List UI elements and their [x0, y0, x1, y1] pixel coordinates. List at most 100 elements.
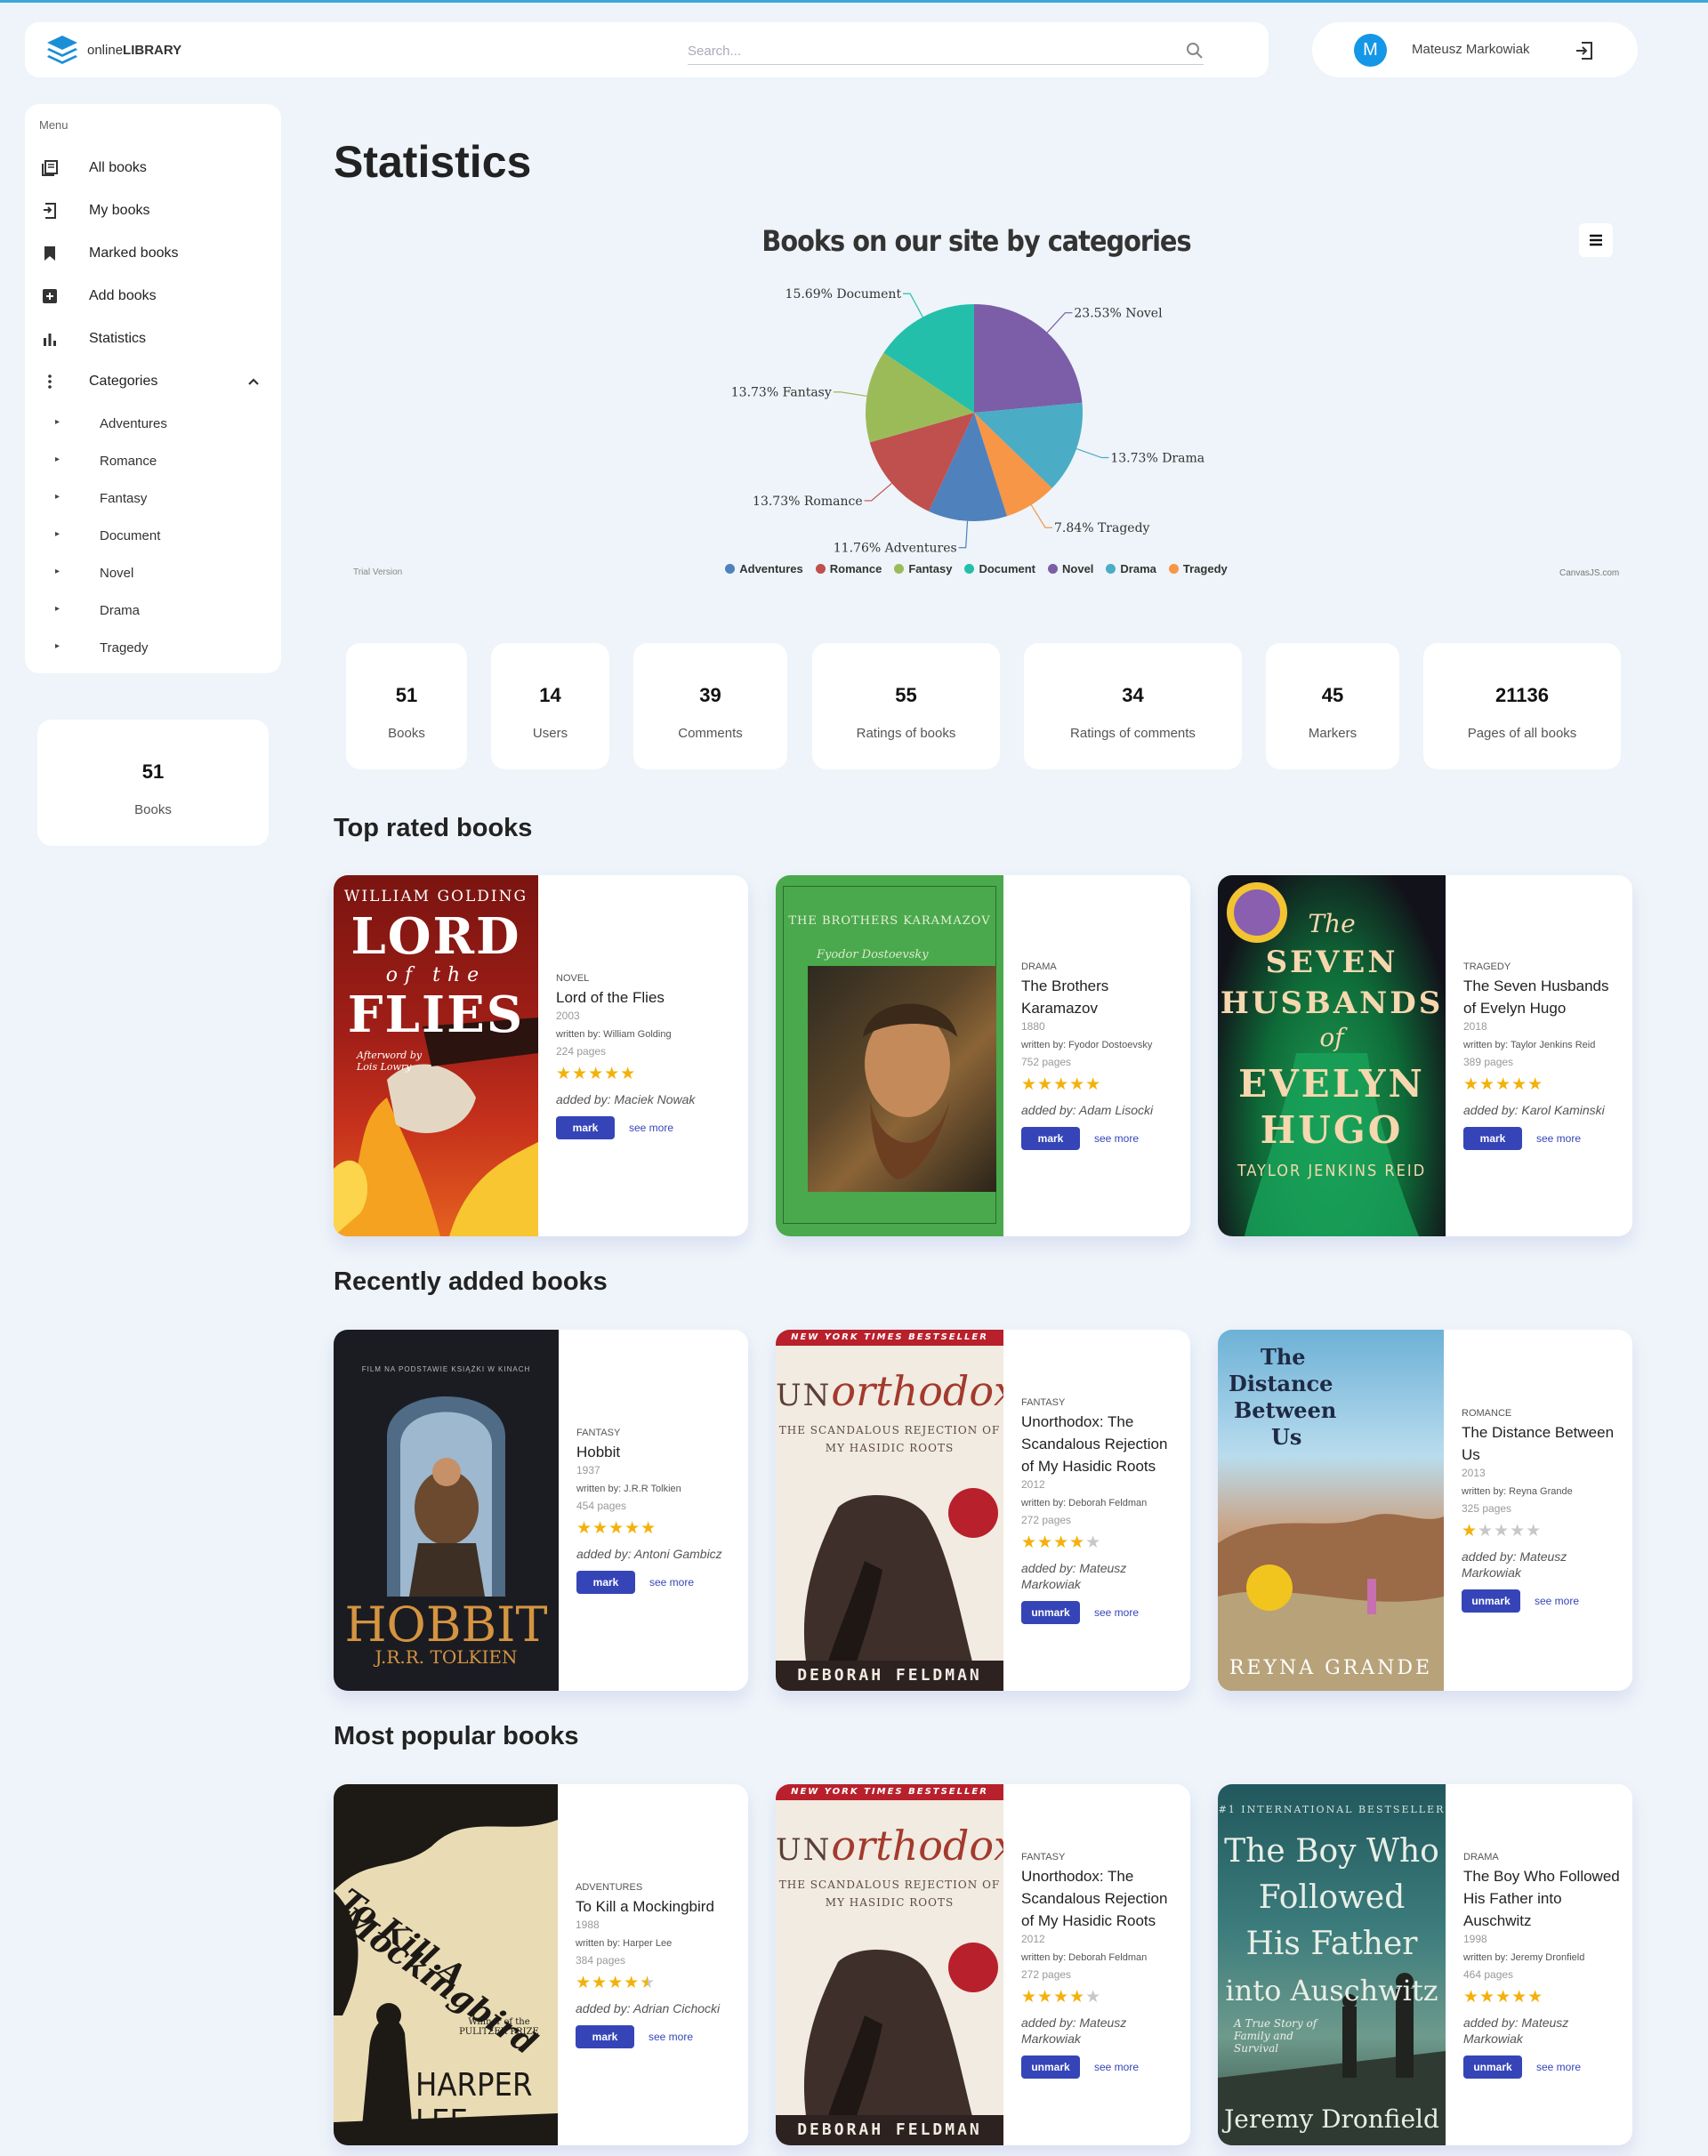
books-icon — [42, 160, 58, 176]
category-fantasy[interactable]: ▸ Fantasy — [25, 483, 281, 515]
legend-item-tragedy[interactable]: Tragedy — [1168, 562, 1228, 575]
book-cover[interactable]: The SEVEN HUSBANDS of EVELYN HUGO TAYLOR… — [1218, 875, 1446, 1236]
book-cover[interactable]: NEW YORK TIMES BESTSELLER UNorthodox THE… — [776, 1330, 1003, 1691]
sidebar-item-statistics[interactable]: Statistics — [25, 321, 281, 357]
book-title[interactable]: Hobbit — [576, 1441, 722, 1463]
cover-title: LORD — [350, 907, 521, 966]
sidebar-item-marked-books[interactable]: Marked books — [25, 236, 281, 271]
book-title[interactable]: The Boy Who Followed His Father into Aus… — [1463, 1865, 1620, 1932]
book-cover[interactable]: The Distance Between Us REYNA GRANDE — [1218, 1330, 1444, 1691]
sidebar-item-all-books[interactable]: All books — [25, 150, 281, 186]
book-cover[interactable]: FILM NA PODSTAWIE KSIĄŻKI W KINACH HOBBI… — [334, 1330, 559, 1691]
legend-item-document[interactable]: Document — [964, 562, 1035, 575]
book-title[interactable]: The Brothers Karamazov — [1021, 975, 1178, 1019]
sidebar-item-my-books[interactable]: My books — [25, 193, 281, 229]
stat-label: Comments — [678, 726, 743, 741]
sidebar-item-categories[interactable]: Categories — [25, 364, 281, 399]
category-romance[interactable]: ▸ Romance — [25, 446, 281, 478]
book-title[interactable]: The Seven Husbands of Evelyn Hugo — [1463, 975, 1620, 1019]
book-card[interactable]: To Kill A Mockingbird Winner of the PULI… — [334, 1784, 748, 2145]
book-title[interactable]: Unorthodox: The Scandalous Rejection of … — [1021, 1865, 1178, 1932]
book-cover[interactable]: WILLIAM GOLDING LORD of the FLIES Afterw… — [334, 875, 538, 1236]
see-more-link[interactable]: see more — [1535, 1595, 1579, 1607]
pie-label-line — [833, 391, 867, 397]
sidebar-item-label: Add books — [89, 288, 157, 303]
see-more-link[interactable]: see more — [629, 1122, 673, 1134]
legend-item-fantasy[interactable]: Fantasy — [894, 562, 952, 575]
see-more-link[interactable]: see more — [649, 1576, 694, 1589]
star-rating: ★★★★★ — [1021, 1075, 1102, 1094]
legend-marker — [725, 564, 736, 574]
book-card[interactable]: NEW YORK TIMES BESTSELLER UNorthodox THE… — [776, 1330, 1190, 1691]
search-input[interactable] — [688, 38, 1168, 63]
book-cover[interactable]: #1 INTERNATIONAL BESTSELLER The Boy Who F… — [1218, 1784, 1446, 2145]
book-title[interactable]: To Kill a Mockingbird — [576, 1895, 720, 1918]
book-card[interactable]: #1 INTERNATIONAL BESTSELLER The Boy Who F… — [1218, 1784, 1632, 2145]
mark-button[interactable]: mark — [576, 1570, 635, 1594]
book-card[interactable]: THE BROTHERS KARAMAZOV Fyodor Dostoevsky… — [776, 875, 1190, 1236]
cover-tagline: #1 INTERNATIONAL BESTSELLER — [1218, 1804, 1446, 1815]
see-more-link[interactable]: see more — [1094, 1132, 1139, 1145]
pie-svg: 23.53% Novel 13.73% Drama 7.84% Tragedy 11.… — [731, 287, 1204, 556]
book-category: NOVEL — [556, 972, 590, 984]
pie-slice-novel[interactable] — [974, 304, 1083, 413]
unmark-button[interactable]: unmark — [1463, 2055, 1522, 2079]
mark-button[interactable]: mark — [1021, 1127, 1080, 1150]
see-more-link[interactable]: see more — [1094, 1606, 1139, 1619]
book-cover[interactable]: To Kill A Mockingbird Winner of the PULI… — [334, 1784, 558, 2145]
see-more-link[interactable]: see more — [1094, 2061, 1139, 2073]
search-icon[interactable] — [1186, 42, 1204, 60]
book-author: written by: Harper Lee — [576, 1937, 673, 1949]
book-card[interactable]: The Distance Between Us REYNA GRANDE ROMANC… — [1218, 1330, 1632, 1691]
book-card[interactable]: NEW YORK TIMES BESTSELLER UNorthodox THE… — [776, 1784, 1190, 2145]
sidebar-item-add-books[interactable]: Add books — [25, 278, 281, 314]
book-card[interactable]: The SEVEN HUSBANDS of EVELYN HUGO TAYLOR… — [1218, 875, 1632, 1236]
logout-icon[interactable] — [1574, 40, 1595, 61]
category-novel[interactable]: ▸ Novel — [25, 558, 281, 590]
legend-item-adventures[interactable]: Adventures — [725, 562, 803, 575]
stat-value: 21136 — [1495, 684, 1549, 706]
book-added-by: added by: Maciek Nowak — [556, 1091, 696, 1106]
unmark-button[interactable]: unmark — [1462, 1589, 1520, 1613]
stat-card-users: 14 Users — [491, 643, 609, 769]
legend-item-drama[interactable]: Drama — [1106, 562, 1156, 575]
book-card[interactable]: WILLIAM GOLDING LORD of the FLIES Afterw… — [334, 875, 748, 1236]
avatar[interactable]: M — [1354, 34, 1387, 67]
mark-button[interactable]: mark — [576, 2024, 634, 2048]
star-rating: ★★★★★ — [1463, 1987, 1544, 2007]
book-title[interactable]: Unorthodox: The Scandalous Rejection of … — [1021, 1411, 1178, 1477]
pie-label-adventures: 11.76% Adventures — [834, 542, 957, 556]
see-more-link[interactable]: see more — [649, 2031, 693, 2043]
unmark-button[interactable]: unmark — [1021, 2055, 1080, 2079]
book-title[interactable]: The Distance Between Us — [1462, 1421, 1620, 1466]
cover-title: HUGO — [1260, 1108, 1404, 1152]
mark-button[interactable]: mark — [556, 1115, 615, 1139]
category-document[interactable]: ▸ Document — [25, 520, 281, 552]
category-drama[interactable]: ▸ Drama — [25, 595, 281, 627]
user-box: M Mateusz Markowiak — [1312, 22, 1638, 77]
legend-item-romance[interactable]: Romance — [815, 562, 882, 575]
stat-card-markers: 45 Markers — [1266, 643, 1399, 769]
category-tragedy[interactable]: ▸ Tragedy — [25, 632, 281, 664]
book-pages: 272 pages — [1021, 1967, 1072, 1981]
cover-subtitle: A True Story of Family and Survival — [1234, 2017, 1317, 2055]
category-adventures[interactable]: ▸ Adventures — [25, 408, 281, 440]
book-title[interactable]: Lord of the Flies — [556, 986, 695, 1009]
pie-label-line — [1076, 447, 1109, 459]
mark-button[interactable]: mark — [1463, 1127, 1522, 1150]
book-card[interactable]: FILM NA PODSTAWIE KSIĄŻKI W KINACH HOBBI… — [334, 1330, 748, 1691]
legend-item-novel[interactable]: Novel — [1048, 562, 1093, 575]
book-cover[interactable]: THE BROTHERS KARAMAZOV Fyodor Dostoevsky — [776, 875, 1003, 1236]
unmark-button[interactable]: unmark — [1021, 1600, 1080, 1624]
see-more-link[interactable]: see more — [1536, 2061, 1581, 2073]
see-more-link[interactable]: see more — [1536, 1132, 1581, 1145]
cover-note: Afterword by Lois Lowry — [357, 1050, 423, 1073]
chart-credit[interactable]: CanvasJS.com — [1559, 568, 1619, 578]
book-year: 1998 — [1463, 1932, 1487, 1945]
book-cover[interactable]: NEW YORK TIMES BESTSELLER UNorthodox THE… — [776, 1784, 1003, 2145]
cover-subtitle: MY HASIDIC ROOTS — [825, 1896, 955, 1909]
kebab-icon — [48, 374, 52, 389]
app-logo[interactable]: onlineLIBRARY — [44, 33, 181, 67]
chevron-up-icon[interactable] — [247, 376, 260, 387]
book-category: FANTASY — [576, 1427, 621, 1438]
